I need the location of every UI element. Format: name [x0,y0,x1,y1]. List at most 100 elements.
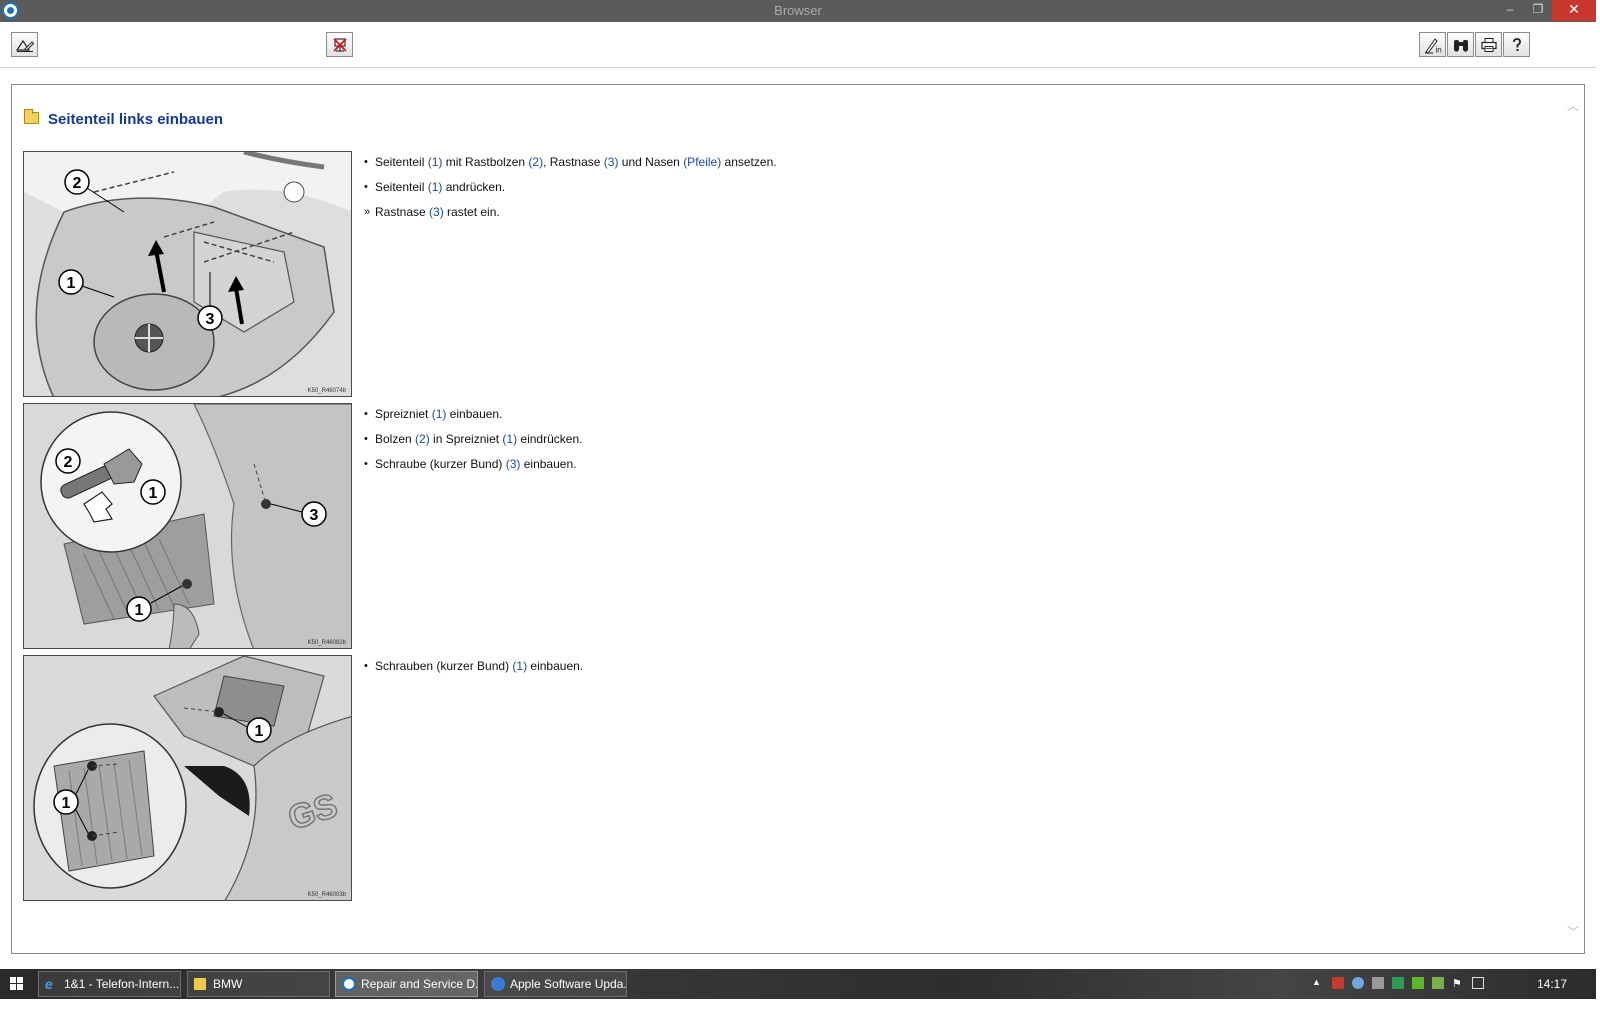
figure-rivet-install: 2 1 3 1 K50_R46082b [23,403,352,649]
step-text: einbauen. [520,457,577,471]
callout-3: 3 [310,507,319,524]
taskbar-item-apple-update[interactable]: Apple Software Upda... [484,971,627,997]
maximize-button[interactable]: ❐ [1524,0,1552,21]
minimize-button[interactable]: – [1496,0,1524,21]
step-text: Schraube (kurzer Bund) [375,457,506,471]
taskbar-item-ie[interactable]: e 1&1 - Telefon-Intern... [38,971,181,997]
tray-usb-icon[interactable] [1432,977,1444,989]
screen: Browser – ❐ ✕ in ︿ ﹀ Seitenteil links ei… [0,0,1600,1026]
tray-device-icon[interactable] [1372,977,1384,989]
reference-number[interactable]: (1) [428,180,443,194]
print-button[interactable] [1475,32,1502,57]
disconnect-icon [332,37,347,52]
taskbar-item-repair-service[interactable]: Repair and Service D... [335,971,478,997]
tray-update-icon[interactable] [1392,977,1404,989]
info-icon: in [1424,37,1441,54]
step-text: Schrauben (kurzer Bund) [375,659,513,673]
callout-1: 1 [67,275,76,292]
disconnect-button[interactable] [326,32,353,57]
instruction-step: • Spreizniet (1) einbauen. [364,405,582,430]
search-binoculars-icon [1453,39,1468,52]
reference-number[interactable]: (3) [506,457,521,471]
step-text: Bolzen [375,432,416,446]
callout-1: 1 [255,723,264,740]
rivet-installation-illustration: 2 1 3 1 [24,404,351,648]
tray-nvidia-icon[interactable] [1412,977,1424,989]
bullet-icon: • [364,408,368,420]
reference-number[interactable]: (1) [502,432,517,446]
taskbar-item-label: Apple Software Upda... [510,977,627,991]
edit-note-icon [15,39,34,52]
steps-list-1: • Seitenteil (1) mit Rastbolzen (2), Rast… [364,153,777,228]
reference-number[interactable]: (3) [429,205,444,219]
step-text: einbauen. [446,407,503,421]
bullet-icon: • [364,660,368,672]
bullet-icon: • [364,181,368,193]
screws-installation-illustration: GS 1 1 [24,656,351,900]
content-panel[interactable]: ︿ ﹀ Seitenteil links einbauen 2 1 3 K50_… [11,84,1585,954]
reference-number[interactable]: (3) [604,155,619,169]
figure-code: K50_R46003b [307,892,346,898]
instruction-step: » Rastnase (3) rastet ein. [364,203,777,228]
motorcycle-side-panel-illustration: 2 1 3 [24,152,351,396]
step-text: ansetzen. [721,155,777,169]
figure-code: K50_R46082b [307,640,346,646]
search-button[interactable] [1447,32,1474,57]
taskbar-item-bmw-folder[interactable]: BMW [187,971,330,997]
tray-network-icon[interactable] [1352,977,1364,989]
step-text: Seitenteil [375,155,428,169]
help-icon [1512,37,1521,51]
step-text: andrücken. [442,180,506,194]
bullet-icon: • [364,433,368,445]
callout-2: 2 [73,175,82,192]
step-text: rastet ein. [443,205,500,219]
instruction-step: • Schraube (kurzer Bund) (3) einbauen. [364,455,582,480]
bullet-icon: • [364,156,368,168]
taskbar-item-label: BMW [213,977,243,991]
callout-2: 2 [64,454,73,471]
steps-list-2: • Spreizniet (1) einbauen. • Bolzen (2) in … [364,405,582,480]
system-tray[interactable]: ▲ ⚑ [1312,977,1502,993]
reference-number[interactable]: (Pfeile) [683,155,721,169]
tray-antivirus-icon[interactable] [1332,977,1344,989]
reference-number[interactable]: (2) [415,432,430,446]
chevron-down-icon[interactable]: ﹀ [1567,923,1579,940]
instruction-step: • Bolzen (2) in Spreizniet (1) eindrücken… [364,430,582,455]
step-text: einbauen. [527,659,584,673]
taskbar: e 1&1 - Telefon-Intern... BMW Repair and… [0,969,1596,999]
reference-number[interactable]: (1) [428,155,443,169]
callout-3: 3 [206,311,215,328]
window-title: Browser [774,3,822,18]
instruction-step: • Seitenteil (1) mit Rastbolzen (2), Rast… [364,153,777,178]
folder-icon [24,109,39,124]
step-text: Seitenteil [375,180,428,194]
step-text: mit Rastbolzen [442,155,529,169]
svg-text:in: in [1435,45,1441,54]
taskbar-clock[interactable]: 14:17 [1537,977,1567,991]
step-text: Rastnase [375,205,430,219]
reference-number[interactable]: (2) [528,155,543,169]
bmw-app-icon [342,977,356,991]
instruction-step: • Seitenteil (1) andrücken. [364,178,777,203]
figure-code: K50_R46074b [307,388,346,394]
title-bar: Browser – ❐ ✕ [0,0,1596,22]
windows-start-button[interactable] [10,977,25,991]
chevron-up-icon[interactable]: ︿ [1567,97,1579,114]
step-text: eindrücken. [517,432,583,446]
tray-expand-icon[interactable]: ▲ [1312,977,1324,989]
close-button[interactable]: ✕ [1552,0,1596,21]
ie-icon: e [45,976,53,992]
callout-1: 1 [135,602,144,619]
edit-note-button[interactable] [11,32,38,57]
reference-number[interactable]: (1) [432,407,447,421]
info-button[interactable]: in [1419,32,1446,57]
taskbar-item-label: 1&1 - Telefon-Intern... [64,977,180,991]
tray-monitor-icon[interactable] [1472,977,1484,989]
page-title: Seitenteil links einbauen [48,111,224,128]
taskbar-item-label: Repair and Service D... [361,977,478,991]
reference-number[interactable]: (1) [512,659,527,673]
tray-flag-icon[interactable]: ⚑ [1452,977,1464,990]
result-marker-icon: » [364,206,371,218]
folder-icon [194,978,206,990]
help-button[interactable] [1503,32,1530,57]
